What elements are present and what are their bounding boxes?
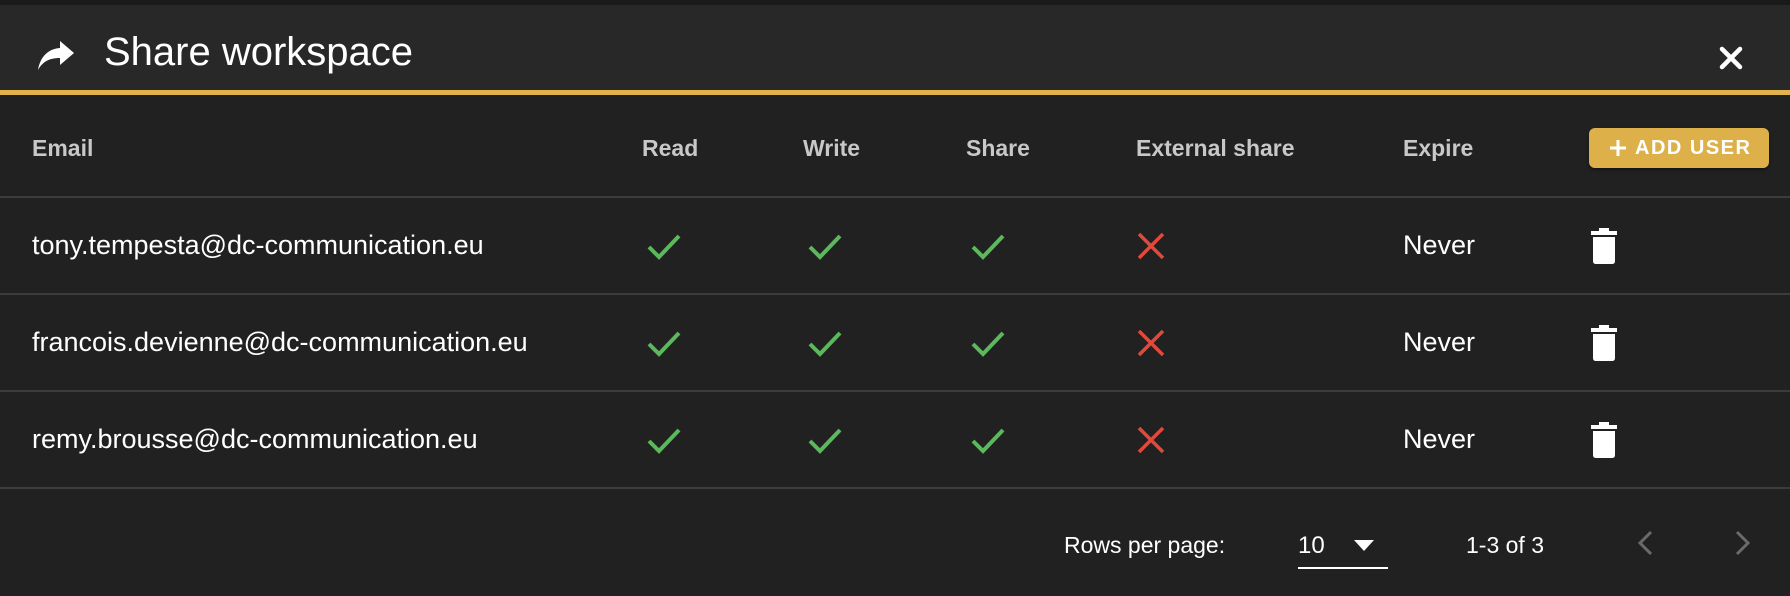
table-header-row: Email Read Write Share External share Ex… xyxy=(0,100,1790,198)
read-cell xyxy=(642,197,803,295)
external-share-cell xyxy=(1136,294,1403,392)
email-cell: francois.devienne@dc-communication.eu xyxy=(0,294,642,392)
column-header-expire[interactable]: Expire xyxy=(1403,100,1588,198)
check-icon xyxy=(971,331,1005,357)
write-cell xyxy=(803,197,966,295)
caret-down-icon xyxy=(1354,540,1374,551)
shared-users-table: Email Read Write Share External share Ex… xyxy=(0,100,1790,489)
trash-icon[interactable] xyxy=(1591,324,1617,361)
expire-cell: Never xyxy=(1403,391,1588,489)
read-cell xyxy=(642,391,803,489)
share-cell xyxy=(966,197,1136,295)
pagination-range: 1-3 of 3 xyxy=(1466,532,1544,558)
add-user-label: ADD USER xyxy=(1635,136,1752,159)
check-icon xyxy=(647,428,681,454)
column-header-share[interactable]: Share xyxy=(966,100,1136,198)
column-header-email[interactable]: Email xyxy=(0,100,642,198)
table-row: remy.brousse@dc-communication.eu Never xyxy=(0,391,1790,489)
expire-cell: Never xyxy=(1403,197,1588,295)
column-header-write[interactable]: Write xyxy=(803,100,966,198)
check-icon xyxy=(808,331,842,357)
share-cell xyxy=(966,391,1136,489)
actions-cell xyxy=(1588,197,1790,295)
rows-per-page-label: Rows per page: xyxy=(1064,532,1226,558)
column-header-read[interactable]: Read xyxy=(642,100,803,198)
share-cell xyxy=(966,294,1136,392)
share-workspace-dialog: Share workspace Email Read Write Share E… xyxy=(0,5,1790,596)
plus-icon xyxy=(1610,140,1626,156)
check-icon xyxy=(971,234,1005,260)
external-share-cell xyxy=(1136,391,1403,489)
table-row: francois.devienne@dc-communication.eu Ne… xyxy=(0,294,1790,392)
trash-icon[interactable] xyxy=(1591,227,1617,264)
email-cell: tony.tempesta@dc-communication.eu xyxy=(0,197,642,295)
cross-icon xyxy=(1137,427,1165,454)
chevron-left-icon[interactable] xyxy=(1636,529,1654,557)
rows-per-page-select[interactable]: 10 xyxy=(1298,519,1388,569)
add-user-cell: ADD USER xyxy=(1588,100,1790,198)
read-cell xyxy=(642,294,803,392)
trash-icon[interactable] xyxy=(1591,421,1617,458)
external-share-cell xyxy=(1136,197,1403,295)
table-pagination: Rows per page: 10 1-3 of 3 xyxy=(0,495,1790,590)
check-icon xyxy=(808,428,842,454)
chevron-right-icon[interactable] xyxy=(1734,529,1752,557)
actions-cell xyxy=(1588,294,1790,392)
expire-cell: Never xyxy=(1403,294,1588,392)
add-user-button[interactable]: ADD USER xyxy=(1589,128,1770,168)
check-icon xyxy=(808,234,842,260)
check-icon xyxy=(647,331,681,357)
write-cell xyxy=(803,294,966,392)
dialog-title: Share workspace xyxy=(104,30,414,74)
cross-icon xyxy=(1137,233,1165,260)
rows-per-page-value: 10 xyxy=(1298,532,1325,559)
column-header-external-share[interactable]: External share xyxy=(1136,100,1403,198)
actions-cell xyxy=(1588,391,1790,489)
dialog-header: Share workspace xyxy=(0,5,1790,95)
table-row: tony.tempesta@dc-communication.eu Never xyxy=(0,197,1790,295)
check-icon xyxy=(647,234,681,260)
write-cell xyxy=(803,391,966,489)
close-icon[interactable] xyxy=(1716,43,1746,73)
check-icon xyxy=(971,428,1005,454)
share-arrow-icon xyxy=(38,41,74,70)
cross-icon xyxy=(1137,330,1165,357)
email-cell: remy.brousse@dc-communication.eu xyxy=(0,391,642,489)
